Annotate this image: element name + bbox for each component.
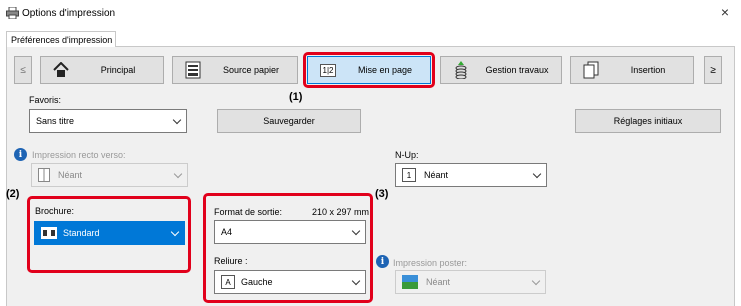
close-button[interactable]: × <box>721 4 729 20</box>
nup-icon: 1 <box>402 168 416 182</box>
binding-value: Gauche <box>241 277 273 287</box>
brochure-select[interactable]: Standard <box>34 221 185 245</box>
poster-label: Impression poster: <box>393 258 468 268</box>
callout-box-1 <box>303 52 435 88</box>
nup-select[interactable]: 1 Néant <box>395 163 547 187</box>
info-icon: i <box>14 148 27 161</box>
chevron-down-icon <box>170 227 180 237</box>
binding-select[interactable]: A Gauche <box>214 270 366 294</box>
duplex-label: Impression recto verso: <box>32 150 126 160</box>
poster-value: Néant <box>426 277 451 287</box>
callout-3: (3) <box>375 188 389 200</box>
nup-value: Néant <box>424 170 449 180</box>
tab-scroll-right-button[interactable]: ≥ <box>704 56 722 84</box>
duplex-value: Néant <box>58 170 83 180</box>
output-size: 210 x 297 mm <box>312 207 370 217</box>
output-label: Format de sortie: <box>214 207 283 217</box>
brochure-value: Standard <box>63 228 100 238</box>
chevron-down-icon <box>351 276 361 286</box>
pages-icon <box>579 59 603 81</box>
brochure-icon <box>41 227 57 239</box>
home-icon <box>49 59 73 81</box>
chevron-down-icon <box>173 169 183 179</box>
reset-button[interactable]: Réglages initiaux <box>575 109 721 133</box>
tab-source-papier[interactable]: Source papier <box>172 56 298 84</box>
tab-principal-label: Principal <box>100 65 136 75</box>
callout-1: (1) <box>289 91 303 103</box>
favorites-label: Favoris: <box>29 95 62 105</box>
favorites-value: Sans titre <box>36 116 75 126</box>
tab-principal[interactable]: Principal <box>40 56 164 84</box>
poster-select[interactable]: Néant <box>395 270 546 294</box>
brochure-label: Brochure: <box>35 206 75 216</box>
chevron-down-icon <box>531 276 541 286</box>
output-value: A4 <box>221 227 233 237</box>
tab-gestion-travaux[interactable]: Gestion travaux <box>440 56 562 84</box>
info-icon: i <box>376 255 389 268</box>
poster-image-icon <box>402 275 418 289</box>
tab-scroll-left-button[interactable]: ≤ <box>14 56 32 84</box>
binding-label: Reliure : <box>214 256 248 266</box>
nup-label: N-Up: <box>395 150 419 160</box>
favorites-select[interactable]: Sans titre <box>29 109 187 133</box>
tab-gestion-travaux-label: Gestion travaux <box>485 65 549 75</box>
tab-insertion[interactable]: Insertion <box>570 56 694 84</box>
tab-insertion-label: Insertion <box>630 65 666 75</box>
book-icon <box>38 168 50 182</box>
tab-source-papier-label: Source papier <box>222 65 280 75</box>
printer-icon <box>6 6 19 21</box>
chevron-down-icon <box>532 169 542 179</box>
tab-print-preferences[interactable]: Préférences d'impression <box>6 31 116 47</box>
coins-icon <box>449 59 473 81</box>
chevron-down-icon <box>172 115 182 125</box>
duplex-select[interactable]: Néant <box>31 163 188 187</box>
printer-icon <box>181 59 205 81</box>
output-select[interactable]: A4 <box>214 220 366 244</box>
binding-icon: A <box>221 275 235 289</box>
save-button[interactable]: Sauvegarder <box>217 109 361 133</box>
chevron-down-icon <box>351 226 361 236</box>
callout-2: (2) <box>6 188 20 200</box>
window-title: Options d'impression <box>22 8 116 19</box>
